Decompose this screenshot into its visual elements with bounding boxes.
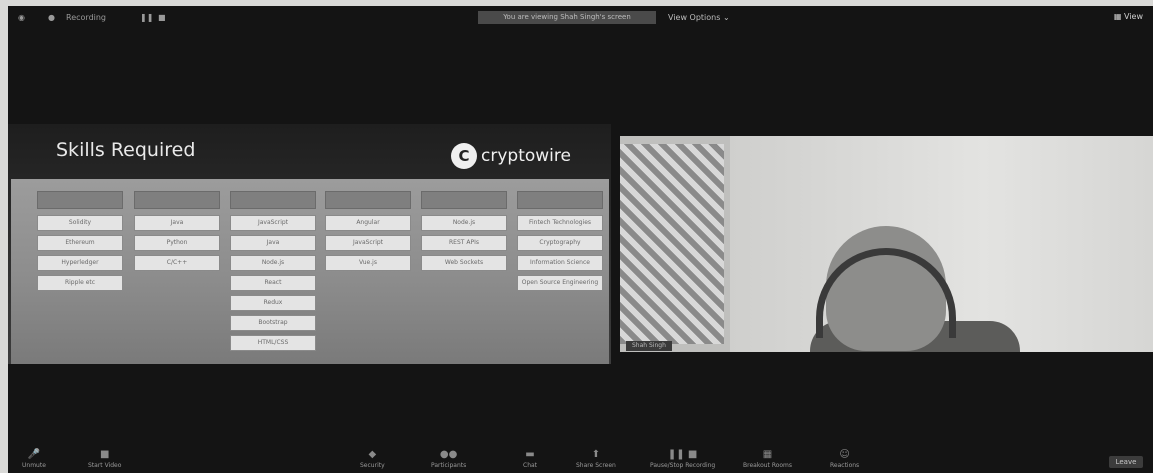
skill-pill: Solidity [37, 215, 123, 231]
reactions-button[interactable]: ☺ Reactions [830, 449, 859, 469]
pause-recording-icon[interactable]: ❚❚ [140, 13, 153, 22]
participant-video-tile[interactable]: Shah Singh [620, 136, 1153, 352]
wall-poster [620, 144, 724, 344]
skill-pill: Fintech Technologies [517, 215, 603, 231]
view-button[interactable]: ▦ View [1114, 12, 1143, 21]
skill-pill: Java [134, 215, 220, 231]
meeting-toolbar: 🎤 Unmute ■ Start Video ◆ Security ●● Partici… [8, 443, 1153, 473]
shield-icon[interactable]: ◉ [18, 13, 25, 22]
camera-icon: ■ [99, 449, 110, 460]
slide-title: Skills Required [56, 139, 196, 161]
skills-column: Angular JavaScript Vue.js [325, 191, 411, 275]
logo-text: cryptowire [481, 146, 571, 166]
skill-pill: Node.js [230, 255, 316, 271]
skill-pill: JavaScript [230, 215, 316, 231]
skill-pill: Python [134, 235, 220, 251]
skills-column: Java Python C/C++ [134, 191, 220, 275]
participants-icon: ●● [439, 449, 458, 460]
chat-icon: ▬ [525, 449, 535, 460]
skill-pill: Open Source Engineering [517, 275, 603, 291]
column-header [517, 191, 603, 209]
logo-mark-icon: C [451, 143, 477, 169]
skill-pill: React [230, 275, 316, 291]
record-icon: ● [48, 13, 55, 22]
column-header [421, 191, 507, 209]
skills-column: Node.js REST APIs Web Sockets [421, 191, 507, 275]
pause-stop-recording-button[interactable]: ❚❚ ■ Pause/Stop Recording [650, 449, 715, 469]
share-icon: ⬆ [591, 449, 601, 460]
skill-pill: C/C++ [134, 255, 220, 271]
chat-button[interactable]: ▬ Chat [523, 449, 537, 469]
view-options-menu[interactable]: View Options ⌄ [668, 13, 730, 22]
skill-pill: HTML/CSS [230, 335, 316, 351]
skill-pill: Java [230, 235, 316, 251]
skill-pill: REST APIs [421, 235, 507, 251]
skill-pill: Node.js [421, 215, 507, 231]
cryptowire-logo: C cryptowire [451, 143, 571, 169]
participants-button[interactable]: ●● Participants [431, 449, 466, 469]
microphone-icon: 🎤 [27, 449, 41, 460]
breakout-rooms-icon: ▦ [762, 449, 773, 460]
unmute-button[interactable]: 🎤 Unmute [22, 449, 46, 469]
skill-pill: Ripple etc [37, 275, 123, 291]
grid-icon: ▦ [1113, 12, 1122, 21]
meeting-window: ◉ ● Recording ❚❚ ■ You are viewing Shah … [8, 6, 1153, 473]
skill-pill: Vue.js [325, 255, 411, 271]
column-header [325, 191, 411, 209]
recording-label: Recording [66, 13, 107, 22]
start-video-button[interactable]: ■ Start Video [88, 449, 121, 469]
skill-pill: Bootstrap [230, 315, 316, 331]
share-banner: You are viewing Shah Singh's screen [478, 11, 656, 24]
smiley-icon: ☺ [839, 449, 850, 460]
skill-pill: Angular [325, 215, 411, 231]
stop-recording-icon[interactable]: ■ [158, 13, 166, 22]
column-header [134, 191, 220, 209]
column-header [230, 191, 316, 209]
skill-pill: Cryptography [517, 235, 603, 251]
skill-pill: Information Science [517, 255, 603, 271]
skill-pill: Ethereum [37, 235, 123, 251]
skills-column: Solidity Ethereum Hyperledger Ripple etc [37, 191, 123, 295]
security-button[interactable]: ◆ Security [360, 449, 385, 469]
shared-screen-slide: Skills Required C cryptowire Solidity Et… [8, 124, 611, 364]
skills-column: Fintech Technologies Cryptography Inform… [517, 191, 603, 295]
skill-pill: Hyperledger [37, 255, 123, 271]
skill-pill: Redux [230, 295, 316, 311]
chevron-down-icon: ⌄ [722, 13, 730, 22]
shield-icon: ◆ [368, 449, 377, 460]
skills-column: JavaScript Java Node.js React Redux Boot… [230, 191, 316, 355]
breakout-rooms-button[interactable]: ▦ Breakout Rooms [743, 449, 792, 469]
skill-pill: JavaScript [325, 235, 411, 251]
share-screen-button[interactable]: ⬆ Share Screen [576, 449, 616, 469]
pause-stop-icon: ❚❚ ■ [667, 449, 698, 460]
column-header [37, 191, 123, 209]
participant-name-tag: Shah Singh [626, 341, 672, 351]
skill-pill: Web Sockets [421, 255, 507, 271]
leave-button[interactable]: Leave [1109, 456, 1143, 468]
top-bar: ◉ ● Recording ❚❚ ■ You are viewing Shah … [8, 6, 1153, 30]
skills-map: Solidity Ethereum Hyperledger Ripple etc… [11, 179, 609, 364]
